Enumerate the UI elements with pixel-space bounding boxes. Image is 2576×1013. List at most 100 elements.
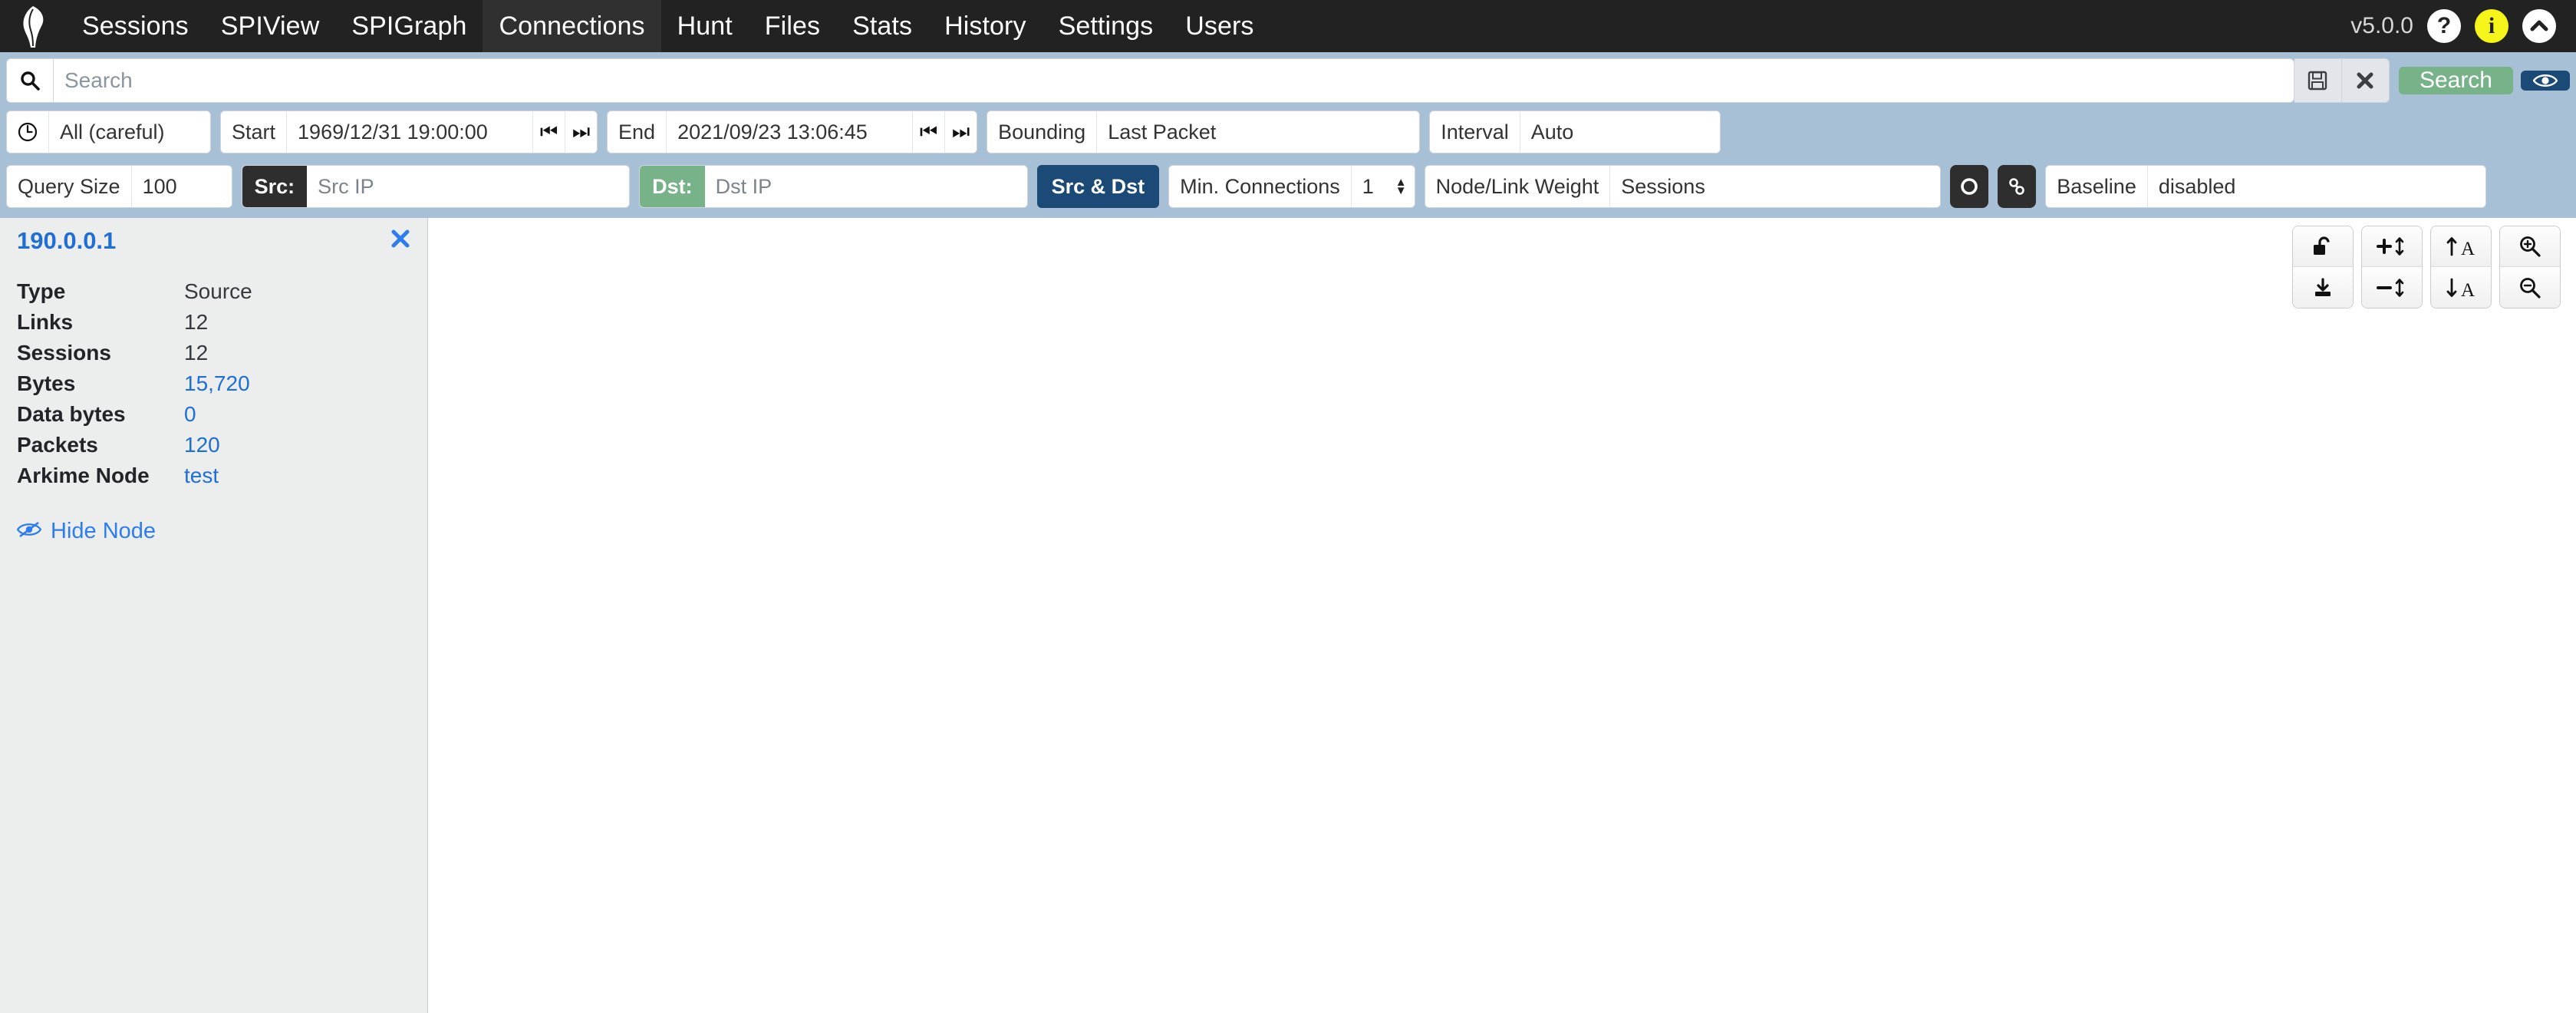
src-ip-group[interactable]: Src: Src IP [241, 165, 631, 208]
node-detail-value: 12 [184, 341, 209, 365]
time-range-group[interactable]: All (careful) [6, 111, 211, 153]
circle-o-icon[interactable] [1950, 165, 1989, 208]
min-connections-stepper[interactable]: ▲ ▼ [1384, 166, 1415, 207]
top-navbar: Sessions SPIView SPIGraph Connections Hu… [0, 0, 2576, 52]
nav-links: Sessions SPIView SPIGraph Connections Hu… [66, 0, 1270, 52]
eye-icon [2533, 74, 2558, 87]
app-logo[interactable] [0, 0, 66, 52]
nav-item-sessions[interactable]: Sessions [66, 0, 205, 52]
nav-item-connections[interactable]: Connections [483, 0, 661, 52]
nav-item-files[interactable]: Files [749, 0, 836, 52]
min-connections-value[interactable]: 1 [1351, 166, 1385, 207]
hide-node-button[interactable]: Hide Node [16, 519, 410, 544]
nav-item-spiview[interactable]: SPIView [205, 0, 336, 52]
interval-group[interactable]: Interval Auto [1429, 111, 1721, 153]
min-connections-group[interactable]: Min. Connections 1 ▲ ▼ [1168, 165, 1415, 208]
node-detail-key: Type [17, 279, 66, 303]
node-detail-title: 190.0.0.1 [17, 227, 117, 254]
node-link-weight-group[interactable]: Node/Link Weight Sessions [1424, 165, 1942, 208]
down-arrow-A-icon: A [2446, 278, 2475, 299]
time-range-value[interactable]: All (careful) [49, 111, 210, 153]
version-label: v5.0.0 [2350, 13, 2413, 38]
src-and-dst-button[interactable]: Src & Dst [1036, 165, 1160, 208]
zoom-out-button[interactable] [2500, 267, 2560, 308]
start-label: Start [221, 111, 288, 153]
unlock-button[interactable] [2293, 226, 2353, 267]
end-skip-back-icon[interactable]: ⏮ [912, 111, 945, 153]
node-detail-row: Sessions 12 [17, 338, 410, 368]
end-skip-forward-icon[interactable]: ⏭ [944, 111, 977, 153]
clear-search-button[interactable] [2341, 58, 2390, 103]
bounding-label: Bounding [987, 111, 1098, 153]
end-time-group[interactable]: End 2021/09/23 13:06:45 ⏮ ⏭ [607, 111, 978, 153]
node-detail-key: Bytes [17, 371, 76, 395]
eye-slash-glyph [16, 521, 42, 538]
bounding-group[interactable]: Bounding Last Packet [987, 111, 1421, 153]
dst-ip-input[interactable]: Dst IP [704, 166, 1027, 207]
query-size-group[interactable]: Query Size 100 [6, 165, 232, 208]
node-detail-value[interactable]: 0 [184, 399, 410, 430]
src-ip-input[interactable]: Src IP [307, 166, 630, 207]
nav-item-settings[interactable]: Settings [1043, 0, 1170, 52]
download-button[interactable] [2293, 267, 2353, 308]
decrease-node-distance-button[interactable] [2362, 267, 2422, 308]
nav-item-stats[interactable]: Stats [836, 0, 928, 52]
hide-node-label: Hide Node [51, 519, 156, 543]
end-label: End [608, 111, 667, 153]
nav-item-history[interactable]: History [928, 0, 1043, 52]
bounding-value[interactable]: Last Packet [1097, 111, 1420, 153]
node-detail-value[interactable]: 120 [184, 430, 410, 460]
close-icon[interactable] [390, 227, 410, 255]
nav-item-spigraph[interactable]: SPIGraph [335, 0, 483, 52]
start-time-group[interactable]: Start 1969/12/31 19:00:00 ⏮ ⏭ [220, 111, 598, 153]
node-detail-row: Packets 120 [17, 430, 410, 460]
dst-ip-group[interactable]: Dst: Dst IP [639, 165, 1028, 208]
node-detail-value[interactable]: test [184, 460, 410, 491]
arkime-feather-logo-icon [23, 6, 44, 48]
node-link-weight-value[interactable]: Sessions [1610, 166, 1941, 207]
circle-glyph [1961, 178, 1978, 195]
start-time-value[interactable]: 1969/12/31 19:00:00 [287, 111, 533, 153]
toggle-visibility-button[interactable] [2521, 71, 2570, 91]
zoom-in-button[interactable] [2500, 226, 2560, 267]
node-detail-key: Packets [17, 433, 98, 457]
info-icon[interactable]: i [2475, 9, 2508, 43]
min-connections-label: Min. Connections [1169, 166, 1352, 207]
help-icon[interactable]: ? [2427, 9, 2461, 43]
graph-toolbar: A A [2292, 226, 2561, 309]
node-detail-panel: 190.0.0.1 Type Source Links 12 Sessions 12 Byt… [0, 218, 428, 1013]
chain-link-icon[interactable] [1998, 165, 2037, 208]
nav-item-hunt[interactable]: Hunt [661, 0, 749, 52]
save-search-button[interactable] [2294, 58, 2342, 103]
node-detail-value[interactable]: 15,720 [184, 368, 410, 399]
query-size-value[interactable]: 100 [131, 166, 232, 207]
node-detail-row: Arkime Node test [17, 460, 410, 491]
decrease-font-size-button[interactable]: A [2431, 267, 2491, 308]
end-time-value[interactable]: 2021/09/23 13:06:45 [667, 111, 913, 153]
baseline-group[interactable]: Baseline disabled [2045, 165, 2486, 208]
node-detail-row: Bytes 15,720 [17, 368, 410, 399]
start-skip-back-icon[interactable]: ⏮ [532, 111, 565, 153]
svg-text:A: A [2461, 239, 2475, 257]
eye-slash-icon [16, 519, 42, 544]
start-skip-forward-icon[interactable]: ⏭ [565, 111, 598, 153]
search-icon [6, 58, 53, 103]
node-detail-row: Type Source [17, 276, 410, 307]
interval-value[interactable]: Auto [1520, 111, 1720, 153]
nav-item-users[interactable]: Users [1169, 0, 1270, 52]
search-button[interactable]: Search [2398, 67, 2513, 94]
time-bar: All (careful) Start 1969/12/31 19:00:00 … [0, 107, 2576, 161]
search-bar: Search [0, 52, 2576, 107]
node-detail-row: Links 12 [17, 307, 410, 338]
increase-node-distance-button[interactable] [2362, 226, 2422, 267]
lock-download-column [2292, 226, 2354, 309]
query-size-label: Query Size [7, 166, 132, 207]
chevron-up-icon[interactable] [2522, 9, 2556, 43]
baseline-value[interactable]: disabled [2147, 166, 2485, 207]
node-link-weight-label: Node/Link Weight [1425, 166, 1611, 207]
link-glyph [2009, 178, 2025, 195]
search-input[interactable] [53, 58, 2294, 103]
chevron-up-glyph [2530, 20, 2548, 31]
search-input-group [6, 58, 2390, 103]
increase-font-size-button[interactable]: A [2431, 226, 2491, 267]
